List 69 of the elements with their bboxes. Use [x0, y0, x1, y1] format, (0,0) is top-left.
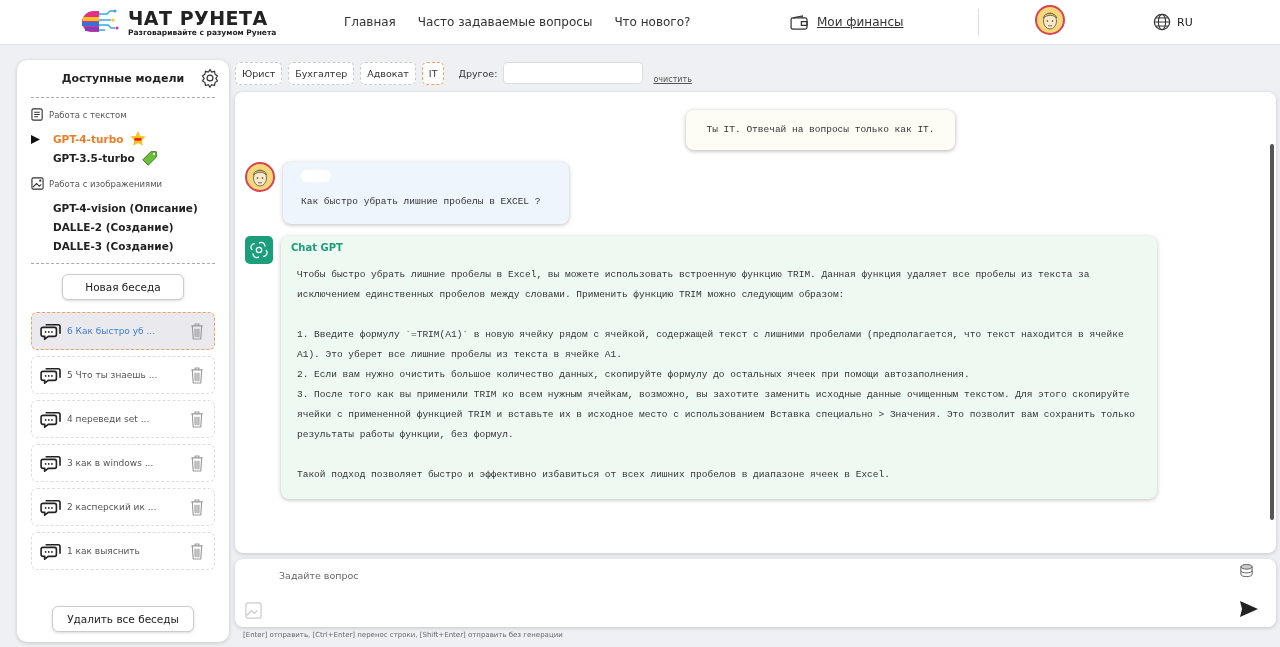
message-text: 1. Введите формулу `=TRIM(A1)` в новую ячейку рядом с ячейкой, содержащей текст с лишними пробелами (предполагается, что текст находится в ячейке A1). Это уберет все лишние пробелы из текста в ячейке A1. [297, 328, 1125, 362]
other-label: Другое: [458, 67, 498, 79]
chat-item[interactable]: 6 Как быстро уб ... [31, 312, 215, 350]
play-arrow-icon [31, 135, 40, 144]
new-chat-button[interactable]: Новая беседа [62, 274, 184, 300]
chat-item[interactable]: 4 переведи set ... [31, 400, 215, 438]
question-field[interactable]: Задайте вопрос [277, 567, 1236, 583]
role-tab[interactable]: Юрист [235, 61, 283, 85]
tag-badge-icon [140, 148, 159, 167]
trash-icon[interactable] [190, 454, 204, 472]
message-text: Как быстро убрать лишние пробелы в EXCEL ? [301, 195, 542, 209]
nav-link[interactable]: Что нового? [614, 15, 691, 29]
model-item[interactable]: GPT-3.5-turbo [31, 148, 215, 167]
chat-title[interactable]: 4 переведи set ... [67, 414, 185, 424]
trash-icon[interactable] [190, 366, 204, 384]
assistant-name: Chat GPT [291, 242, 344, 253]
trash-icon[interactable] [190, 410, 204, 428]
chat-title[interactable]: 1 как выяснить [67, 546, 185, 556]
chat-item[interactable]: 3 как в windows ... [31, 444, 215, 482]
chat-title[interactable]: 2 касперский ик ... [67, 502, 185, 512]
role-tab[interactable]: Адвокат [360, 61, 416, 85]
delete-all-button[interactable]: Удалить все беседы [52, 606, 194, 632]
clear-link[interactable]: очистить [653, 75, 692, 84]
settings-icon[interactable] [200, 68, 220, 88]
chat-bubbles-icon [40, 410, 62, 428]
chat-bubbles-icon [40, 322, 62, 340]
nav-link[interactable]: Часто задаваемые вопросы [417, 15, 593, 29]
model-item[interactable]: DALLE-2 (Создание) [31, 217, 215, 236]
chat-bubbles-icon [40, 498, 62, 516]
trash-icon[interactable] [190, 498, 204, 516]
sidebar-title: Доступные модели [61, 72, 185, 85]
message-text: Такой подход позволяет быстро и эффективно избавиться от всех лишних пробелов в диапазоне ячеек в Excel. [297, 468, 891, 482]
model-item[interactable]: GPT-4-vision (Описание) [31, 198, 215, 217]
message-text: 2. Если вам нужно очистить большое количество данных, скопируйте формулу до остальных ячеек при помощи автозаполнения. [297, 368, 971, 382]
chat-title[interactable]: 5 Что ты знаешь ... [67, 370, 185, 380]
logo-title: ЧАТ РУНЕТА [128, 7, 269, 28]
trash-icon[interactable] [190, 322, 204, 340]
image-upload-icon[interactable] [245, 602, 262, 619]
chat-bubbles-icon [40, 542, 62, 560]
chat-title[interactable]: 3 как в windows ... [67, 458, 185, 468]
image-icon [31, 177, 44, 190]
nav-link[interactable]: Главная [344, 15, 396, 29]
globe-icon[interactable] [1153, 13, 1171, 31]
role-tab[interactable]: Бухгалтер [288, 61, 355, 85]
model-group-label: Работа с изображениями [49, 178, 163, 189]
coins-icon[interactable] [1239, 563, 1254, 580]
chat-item[interactable]: 2 касперский ик ... [31, 488, 215, 526]
role-tab[interactable]: IT [421, 61, 445, 85]
chat-bubbles-icon [40, 454, 62, 472]
star-badge-icon [129, 129, 148, 148]
send-icon[interactable] [1240, 601, 1258, 617]
model-group-label: Работа с текстом [49, 109, 127, 120]
chat-bubbles-icon [40, 366, 62, 384]
message-text: Чтобы быстро убрать лишние пробелы в Excel, вы можете использовать встроенную функцию TRIM. Данная функция удаляет все пробелы из текста за исключением единственных пробелов между словами. Применить функцию TRIM можно следующим образом: [297, 268, 1091, 302]
finance-link[interactable]: Мои финансы [817, 15, 904, 29]
chat-item[interactable]: 1 как выяснить [31, 532, 215, 570]
model-item[interactable]: DALLE-3 (Создание) [31, 236, 215, 255]
language-label[interactable]: RU [1177, 15, 1193, 29]
wallet-icon [790, 14, 809, 30]
scrollbar[interactable] [1270, 144, 1274, 520]
user-avatar [1035, 5, 1065, 35]
document-icon [31, 108, 44, 121]
message-text: 3. После того как вы применили TRIM ко всем нужным ячейкам, возможно, вы захотите заменить исходные данные очищенным текстом. Для этого скопируйте ячейки с примененной функцией TRIM и вставьте их в исходное место с использованием Вставка специально > Значения. Это позволит вам сохранить только результаты работы функции, без формул. [297, 388, 1137, 442]
user-avatar [245, 162, 275, 192]
chat-title[interactable]: 6 Как быстро уб ... [67, 326, 185, 336]
other-role-field[interactable] [503, 62, 644, 84]
chat-item[interactable]: 5 Что ты знаешь ... [31, 356, 215, 394]
trash-icon[interactable] [190, 542, 204, 560]
system-message: Ты IT. Отвечай на вопросы только как IT. [686, 110, 955, 150]
